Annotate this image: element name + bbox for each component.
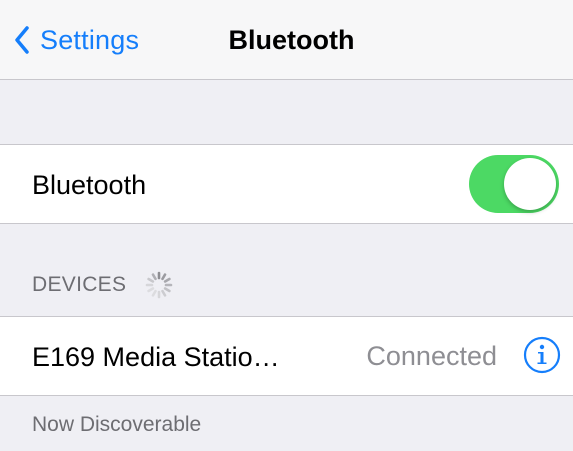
toggle-knob bbox=[504, 158, 556, 210]
discoverable-footer: Now Discoverable bbox=[32, 413, 202, 436]
info-circle-icon[interactable] bbox=[523, 336, 561, 374]
device-status: Connected bbox=[366, 341, 497, 371]
bluetooth-toggle[interactable] bbox=[469, 155, 559, 213]
loading-spinner-icon bbox=[145, 271, 173, 299]
devices-section-header: DEVICES bbox=[32, 270, 174, 300]
bluetooth-row-label: Bluetooth bbox=[32, 170, 147, 200]
device-name: E169 Media Statio… bbox=[32, 342, 280, 372]
page-title: Bluetooth bbox=[228, 25, 355, 55]
bluetooth-row: Bluetooth bbox=[0, 144, 573, 224]
navigation-bar: Settings Bluetooth bbox=[0, 0, 573, 80]
devices-header-label: DEVICES bbox=[32, 273, 127, 296]
device-row[interactable]: E169 Media Statio… Connected bbox=[0, 316, 573, 396]
